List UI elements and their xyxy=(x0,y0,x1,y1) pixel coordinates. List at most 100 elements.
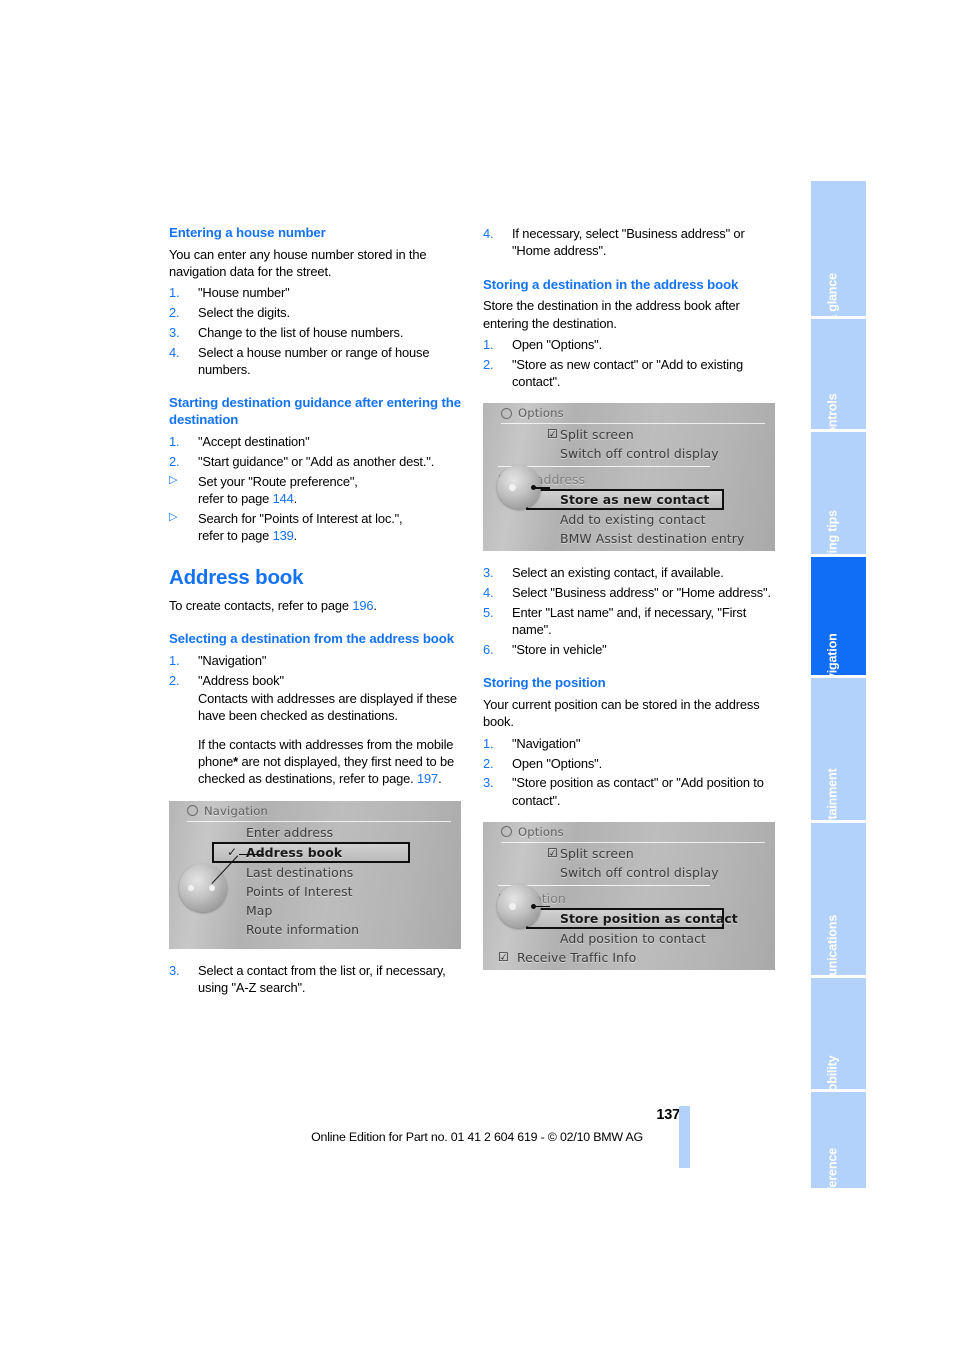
bullet-triangle-icon: ▷ xyxy=(169,510,178,523)
step-marker: 5. xyxy=(483,604,494,620)
idrive-title-bar: Options xyxy=(501,406,564,420)
callout-leader-line-2 xyxy=(239,853,264,856)
idrive-title-bar: Options xyxy=(501,825,564,839)
menu-item-label: Switch off control display xyxy=(560,446,719,462)
menu-item-add-position-to-contact[interactable]: Add position to contact xyxy=(538,929,767,948)
idrive-menu-list: ☑ Split screen Switch off control displa… xyxy=(498,425,767,551)
sidebar-item-communications[interactable]: Communications xyxy=(811,823,866,975)
idrive-controller-knob xyxy=(179,863,227,912)
step-text: Select the digits. xyxy=(198,305,290,321)
page-reference: 197 xyxy=(417,771,439,787)
step-text-line2: refer to page xyxy=(198,490,273,506)
list-house-number-steps: 1. "House number" 2. Select the digits. … xyxy=(169,284,464,378)
sidebar-item-label: Entertainment xyxy=(824,768,839,820)
page-number: 137 xyxy=(656,1107,680,1123)
step-text: If necessary, select "Business address" … xyxy=(512,226,745,259)
menu-item-points-of-interest[interactable]: Points of Interest xyxy=(224,882,453,901)
list-item: 4. Select a house number or range of hou… xyxy=(169,344,464,379)
menu-item-label: Store as new contact xyxy=(560,492,710,508)
list-item: 1. Open "Options". xyxy=(483,336,778,353)
step-marker: 3. xyxy=(169,962,180,978)
paragraph-house-number-intro: You can enter any house number stored in… xyxy=(169,246,427,280)
list-item: 3. "Store position as contact" or "Add p… xyxy=(483,774,778,809)
sidebar-item-navigation[interactable]: Navigation xyxy=(811,557,866,675)
sidebar-item-driving-tips[interactable]: Driving tips xyxy=(811,432,866,554)
right-column: 4. If necessary, select "Business addres… xyxy=(483,225,778,970)
menu-item-split-screen[interactable]: ☑ Split screen xyxy=(538,425,767,444)
paragraph-text: To create contacts, refer to page xyxy=(169,597,353,613)
list-item: 2. Open "Options". xyxy=(483,755,778,772)
sidebar-item-mobility[interactable]: Mobility xyxy=(811,978,866,1089)
divider xyxy=(501,841,765,843)
list-item: 2. "Store as new contact" or "Add to exi… xyxy=(483,356,778,391)
step-text: "Navigation" xyxy=(512,735,581,751)
step-text-period: . xyxy=(293,528,298,544)
checkbox-checked-icon: ☑ xyxy=(498,949,509,964)
menu-item-label: Address book xyxy=(246,844,343,860)
menu-item-label: Split screen xyxy=(560,427,634,443)
step-text: "Store position as contact" or "Add posi… xyxy=(512,775,764,808)
menu-item-store-as-new-contact[interactable]: Store as new contact xyxy=(526,489,724,511)
menu-item-last-destinations[interactable]: Last destinations xyxy=(224,863,453,882)
list-storing-destination-steps-continued: 3. Select an existing contact, if availa… xyxy=(483,564,778,658)
step-marker: 4. xyxy=(483,226,494,241)
menu-item-dynamic-guidance[interactable]: ☑ Dynamic guidance xyxy=(498,967,767,970)
manual-page: Entering a house number You can enter an… xyxy=(0,0,954,1350)
menu-item-store-position-as-contact[interactable]: Store position as contact xyxy=(526,907,738,929)
page-reference: 139 xyxy=(272,528,294,544)
list-item: 2. "Address book" Contacts with addresse… xyxy=(169,672,464,788)
step-text: "House number" xyxy=(198,285,290,301)
menu-item-label: Add position to contact xyxy=(560,930,706,946)
sidebar-item-at-a-glance[interactable]: At a glance xyxy=(811,181,866,316)
menu-item-enter-address[interactable]: Enter address xyxy=(224,823,453,842)
menu-item-add-to-existing-contact[interactable]: Add to existing contact xyxy=(538,510,767,529)
menu-item-bmw-assist-destination-entry[interactable]: BMW Assist destination entry xyxy=(538,529,767,548)
menu-item-route-information[interactable]: Route information xyxy=(224,920,453,939)
note-period: . xyxy=(438,771,442,787)
heading-selecting-destination: Selecting a destination from the address… xyxy=(169,631,454,647)
knob-dot xyxy=(509,484,516,492)
knob-dot xyxy=(509,902,516,910)
menu-item-label: Last destinations xyxy=(246,864,354,880)
idrive-title: Options xyxy=(518,824,564,839)
menu-item-map[interactable]: Map xyxy=(224,901,453,920)
menu-item-switch-off-control-display[interactable]: Switch off control display xyxy=(538,863,767,882)
list-selecting-steps: 1. "Navigation" 2. "Address book" Contac… xyxy=(169,652,464,788)
knob-dot-right xyxy=(209,884,215,891)
list-item: 3. Change to the list of house numbers. xyxy=(169,324,464,341)
menu-item-label: BMW Assist destination entry xyxy=(560,531,745,547)
step-text: Search for "Points of Interest at loc.",… xyxy=(198,511,403,543)
page-reference: 196 xyxy=(352,597,374,613)
step-text-line2: refer to page xyxy=(198,528,273,544)
page-reference: 144 xyxy=(272,490,294,506)
step-text: Enter "Last name" and, if necessary, "Fi… xyxy=(512,604,747,638)
step-marker: 2. xyxy=(169,305,180,321)
checkbox-checked-icon: ☑ xyxy=(547,845,558,860)
step-text: Select a contact from the list or, if ne… xyxy=(198,962,446,995)
paragraph-create-contacts: To create contacts, refer to page 196. xyxy=(169,597,464,614)
checkbox-checked-icon: ☑ xyxy=(547,427,558,442)
heading-starting-destination-guidance: Starting destination guidance after ente… xyxy=(169,395,461,428)
menu-item-switch-off-control-display[interactable]: Switch off control display xyxy=(538,444,767,463)
sidebar-item-entertainment[interactable]: Entertainment xyxy=(811,678,866,820)
step-marker: 2. xyxy=(483,356,494,372)
menu-item-receive-traffic-info[interactable]: ☑ Receive Traffic Info xyxy=(498,948,767,967)
sidebar-item-controls[interactable]: Controls xyxy=(811,319,866,429)
step-text: Change to the list of house numbers. xyxy=(198,325,404,341)
step-text: Set your "Route preference", refer to pag… xyxy=(198,474,358,506)
paragraph-period: . xyxy=(373,597,377,613)
checkbox-checked-icon: ☑ xyxy=(498,967,509,970)
sidebar-item-label: Reference xyxy=(824,1148,839,1188)
list-item: 1. "Accept destination" xyxy=(169,433,464,450)
menu-item-split-screen[interactable]: ☑ Split screen xyxy=(538,844,767,863)
paragraph-storing-position-intro: Your current position can be stored in t… xyxy=(483,697,760,730)
step-text: "Start guidance" or "Add as another dest… xyxy=(198,453,435,469)
list-item: 5. Enter "Last name" and, if necessary, … xyxy=(483,604,778,639)
footer-copyright: Online Edition for Part no. 01 41 2 604 … xyxy=(311,1130,643,1144)
callout-leader-line xyxy=(535,487,550,489)
menu-item-address-book[interactable]: ✓ Address book xyxy=(212,841,410,863)
step-text: Open "Options". xyxy=(512,337,603,353)
step-marker: 1. xyxy=(169,653,180,669)
heading-storing-destination: Storing a destination in the address boo… xyxy=(483,276,739,292)
step-marker: 3. xyxy=(483,565,494,581)
